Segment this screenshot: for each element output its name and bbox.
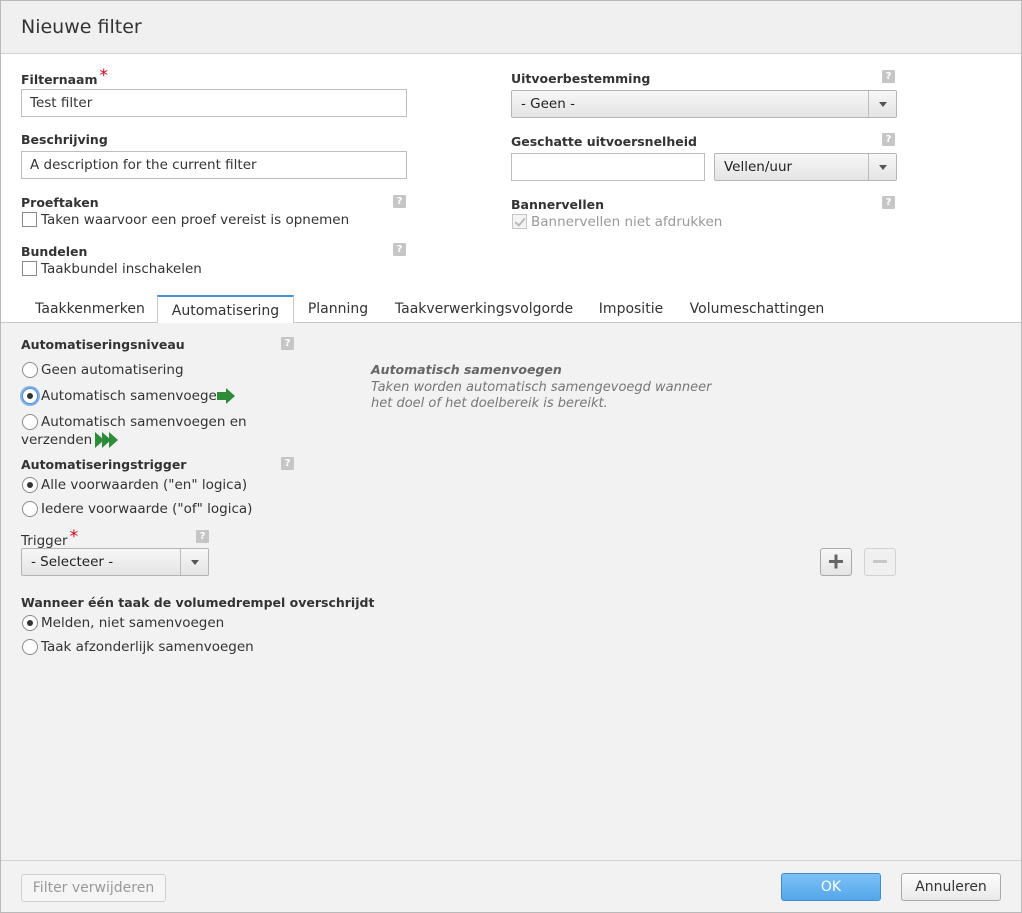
banner-sheets-checkbox-label: Bannervellen niet afdrukken	[531, 214, 723, 230]
output-destination-select[interactable]: - Geen -	[511, 90, 897, 118]
bundle-checkbox-label: Taakbundel inschakelen	[41, 261, 202, 277]
output-destination-label: Uitvoerbestemming	[511, 71, 651, 86]
new-filter-dialog: Nieuwe filter Filternaam * Test filter Be…	[0, 0, 1022, 913]
filter-name-label: Filternaam *	[21, 66, 109, 87]
chevron-down-icon	[868, 154, 896, 180]
trigger-label: Trigger *	[21, 527, 79, 549]
double-arrow-right-icon	[95, 432, 118, 448]
info-title: Automatisch samenvoegen	[371, 362, 562, 377]
dialog-header: Nieuwe filter	[1, 1, 1021, 54]
automation-level-label: Automatiseringsniveau	[21, 337, 185, 352]
minus-icon	[873, 560, 887, 563]
required-asterisk: *	[69, 527, 79, 547]
tab-bar: Taakkenmerken Automatisering Planning Ta…	[1, 295, 1021, 324]
info-text-line2: het doel of het doelbereik is bereikt.	[371, 396, 608, 411]
merge-separately-label: Taak afzonderlijk samenvoegen	[41, 639, 254, 655]
output-speed-input[interactable]	[511, 153, 705, 181]
cancel-button[interactable]: Annuleren	[901, 873, 1001, 901]
output-speed-label: Geschatte uitvoersnelheid	[511, 134, 697, 149]
radio-auto-merge[interactable]	[22, 388, 38, 404]
banner-sheets-checkbox[interactable]	[512, 214, 527, 229]
radio-all-conditions[interactable]	[22, 477, 38, 493]
help-icon[interactable]: ?	[281, 457, 294, 470]
tab-processing-order[interactable]: Taakverwerkingsvolgorde	[387, 295, 581, 323]
ok-button[interactable]: OK	[781, 873, 881, 901]
radio-notify-no-merge[interactable]	[22, 615, 38, 631]
speed-unit-value: Vellen/uur	[724, 159, 793, 175]
tab-planning[interactable]: Planning	[297, 295, 379, 323]
help-icon[interactable]: ?	[882, 196, 895, 209]
output-destination-value: - Geen -	[521, 96, 575, 112]
help-icon[interactable]: ?	[196, 530, 209, 543]
volume-threshold-label: Wanneer één taak de volumedrempel oversc…	[21, 595, 375, 610]
bundle-label: Bundelen	[21, 244, 88, 259]
radio-auto-merge-send[interactable]	[22, 414, 38, 430]
speed-unit-select[interactable]: Vellen/uur	[714, 153, 897, 181]
auto-merge-send-label: Automatisch samenvoegen en	[41, 414, 247, 430]
dialog-title: Nieuwe filter	[21, 16, 142, 38]
all-conditions-label: Alle voorwaarden ("en" logica)	[41, 477, 248, 493]
tab-job-properties[interactable]: Taakkenmerken	[23, 295, 157, 323]
radio-no-automation[interactable]	[22, 362, 38, 378]
tab-imposition[interactable]: Impositie	[587, 295, 675, 323]
help-icon[interactable]: ?	[281, 337, 294, 350]
required-asterisk: *	[99, 66, 109, 86]
radio-any-condition[interactable]	[22, 501, 38, 517]
delete-filter-button[interactable]: Filter verwijderen	[21, 874, 166, 902]
help-icon[interactable]: ?	[393, 243, 406, 256]
tab-volume-estimates[interactable]: Volumeschattingen	[681, 295, 833, 323]
plus-icon	[829, 554, 843, 569]
help-icon[interactable]: ?	[882, 133, 895, 146]
add-trigger-button[interactable]	[820, 548, 852, 576]
proof-jobs-checkbox[interactable]	[22, 212, 37, 227]
description-label: Beschrijving	[21, 132, 108, 147]
no-automation-label: Geen automatisering	[41, 362, 184, 378]
trigger-select[interactable]: - Selecteer -	[21, 548, 209, 576]
help-icon[interactable]: ?	[882, 70, 895, 83]
proof-jobs-checkbox-label: Taken waarvoor een proef vereist is opne…	[41, 212, 350, 228]
chevron-down-icon	[868, 91, 896, 117]
chevron-down-icon	[180, 549, 208, 575]
dialog-footer: Filter verwijderen OK Annuleren	[1, 860, 1021, 912]
arrow-right-icon	[217, 388, 235, 404]
filter-name-input[interactable]: Test filter	[21, 89, 407, 117]
automation-tab-panel: Automatiseringsniveau ? Geen automatiser…	[1, 323, 1021, 860]
help-icon[interactable]: ?	[393, 195, 406, 208]
auto-merge-label: Automatisch samenvoegen	[41, 388, 226, 404]
radio-merge-separately[interactable]	[22, 639, 38, 655]
trigger-value: - Selecteer -	[31, 554, 114, 570]
remove-trigger-button[interactable]	[864, 548, 896, 576]
banner-sheets-label: Bannervellen	[511, 197, 604, 212]
auto-merge-send-label-cont: verzenden	[21, 432, 93, 448]
tab-automation[interactable]: Automatisering	[157, 295, 294, 324]
proof-jobs-label: Proeftaken	[21, 195, 99, 210]
info-text-line1: Taken worden automatisch samengevoegd wa…	[371, 380, 712, 395]
automation-trigger-label: Automatiseringstrigger	[21, 457, 187, 472]
bundle-checkbox[interactable]	[22, 261, 37, 276]
description-input[interactable]: A description for the current filter	[21, 151, 407, 179]
notify-no-merge-label: Melden, niet samenvoegen	[41, 615, 225, 631]
any-condition-label: Iedere voorwaarde ("of" logica)	[41, 501, 253, 517]
